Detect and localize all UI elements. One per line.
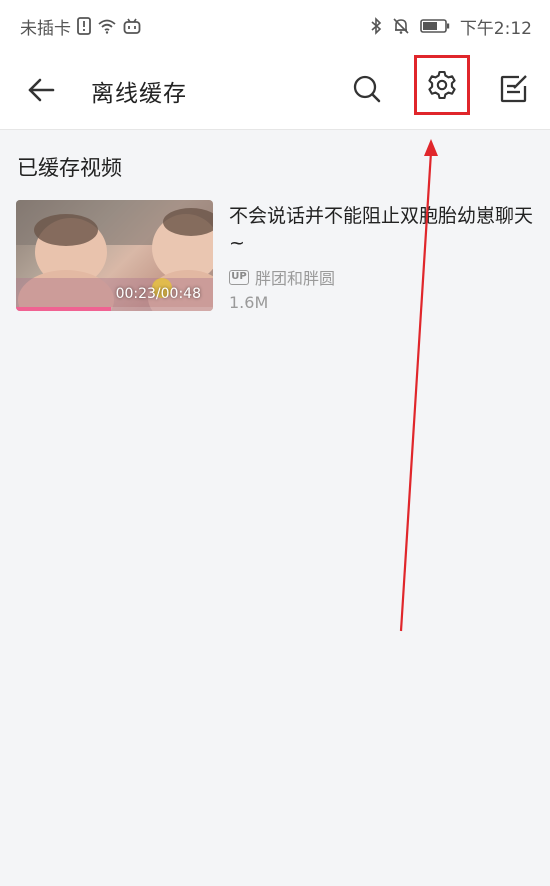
back-button[interactable] <box>24 73 58 107</box>
mute-bell-icon <box>392 17 410 35</box>
status-right: 下午2:12 <box>370 14 532 39</box>
sim-alert-icon <box>77 17 91 35</box>
bluetooth-icon <box>370 17 382 35</box>
bilibili-icon <box>123 18 141 34</box>
edit-icon <box>500 75 527 103</box>
section-title: 已缓存视频 <box>17 156 122 180</box>
watch-progress-fill <box>16 307 111 311</box>
uploader-row: UP 胖团和胖圆 <box>229 265 335 289</box>
page-title: 离线缓存 <box>91 81 187 107</box>
status-time: 下午2:12 <box>459 18 532 39</box>
battery-icon <box>420 18 450 34</box>
carrier-text: 未插卡 <box>20 18 71 39</box>
search-button[interactable] <box>348 70 386 108</box>
screen: 未插卡 下午2:12 离线缓存 已缓存视频 00:23/00:48 不会说话并不… <box>0 0 550 886</box>
up-badge: UP <box>229 269 249 285</box>
gear-icon <box>428 70 456 100</box>
watch-progress <box>16 307 213 311</box>
video-duration: 00:23/00:48 <box>115 286 201 302</box>
file-size: 1.6M <box>229 293 269 312</box>
video-item[interactable]: 00:23/00:48 不会说话并不能阻止双胞胎幼崽聊天 ~ UP 胖团和胖圆 … <box>16 200 536 312</box>
back-arrow-icon <box>28 78 55 102</box>
status-bar: 未插卡 下午2:12 <box>0 0 550 52</box>
video-title: 不会说话并不能阻止双胞胎幼崽聊天 ~ <box>229 205 534 254</box>
app-bar: 离线缓存 <box>0 52 550 130</box>
settings-button[interactable] <box>414 55 470 115</box>
status-left: 未插卡 <box>20 14 141 39</box>
edit-button[interactable] <box>495 70 533 108</box>
annotation-arrow <box>399 139 438 632</box>
video-thumbnail: 00:23/00:48 <box>16 200 213 311</box>
uploader-name: 胖团和胖圆 <box>255 269 336 288</box>
search-icon <box>353 75 381 103</box>
wifi-icon <box>97 18 117 34</box>
